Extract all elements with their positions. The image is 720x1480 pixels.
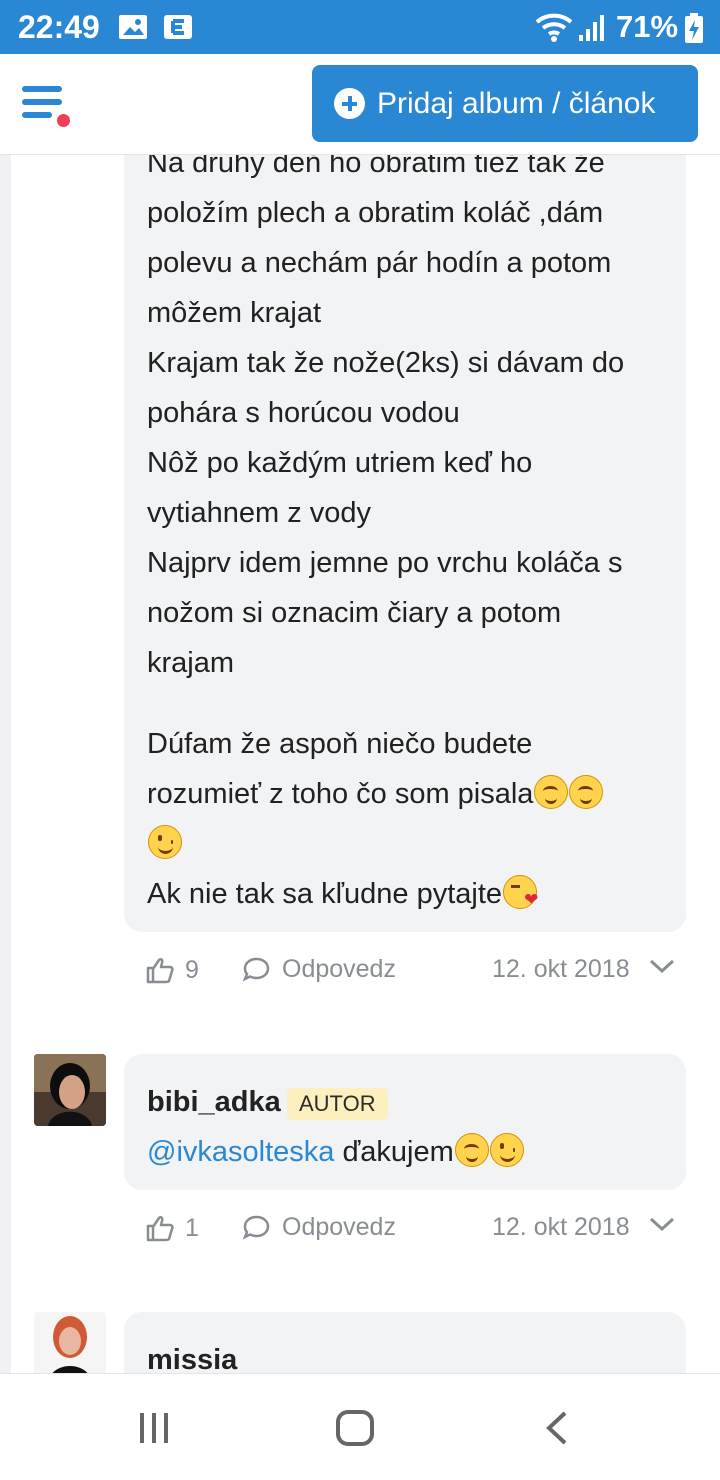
reply-label: Odpovedz — [282, 955, 396, 983]
winking-face-emoji — [489, 1133, 524, 1167]
comment-text-line: Najprv idem jemne po vrchu koláča s — [147, 547, 623, 579]
signal-icon — [579, 15, 604, 41]
avatar[interactable] — [34, 1312, 106, 1373]
comment-text-line: Dúfam že aspoň niečo budete — [147, 728, 533, 760]
like-button[interactable]: 1 — [145, 1213, 199, 1243]
top-bar: Pridaj album / článok — [0, 54, 720, 155]
like-count: 9 — [185, 955, 199, 984]
comment-date: 12. okt 2018 — [492, 955, 630, 983]
like-button[interactable]: 9 — [145, 955, 199, 985]
comment-text-line-with-emoji: rozumieť z toho čo som pisala — [147, 769, 604, 819]
winking-face-emoji — [148, 825, 182, 859]
chevron-down-icon[interactable] — [648, 1214, 676, 1234]
comment-text-line: Nôž po každým utriem keď ho — [147, 447, 533, 479]
comment-text-line: Krajam tak že nože(2ks) si dávam do — [147, 347, 625, 379]
comment-text-line: vytiahnem z vody — [147, 497, 372, 529]
missia-avatar-image — [34, 1312, 106, 1373]
thumbs-up-icon — [146, 1215, 174, 1242]
comment-text-line: nožom si oznacim čiary a potom — [147, 597, 562, 629]
comment-text: Ak nie tak sa kľudne pytajte — [147, 878, 503, 910]
mention-link[interactable]: @ivkasolteska — [147, 1136, 334, 1168]
comment-text: ďakujem — [334, 1136, 454, 1168]
reply-label: Odpovedz — [282, 1213, 396, 1241]
comment-text-line: položím plech a obratim koláč ,dám — [147, 197, 604, 229]
thumbs-up-icon — [146, 957, 174, 984]
menu-button[interactable] — [22, 82, 78, 130]
chevron-down-icon[interactable] — [648, 956, 676, 976]
plus-circle-icon — [334, 88, 365, 119]
comment-bubble: Na druhý deň ho obratim tiež tak že polo… — [124, 155, 686, 932]
recent-apps-icon[interactable] — [138, 1412, 170, 1444]
battery-charging-icon — [685, 13, 703, 43]
comment-text: rozumieť z toho čo som pisala — [147, 778, 534, 810]
comment-text-line: pohára s horúcou vodou — [147, 397, 460, 429]
comment-author[interactable]: missia — [147, 1344, 237, 1373]
bibi-adka-avatar-image — [34, 1054, 106, 1126]
avatar[interactable] — [34, 1054, 106, 1126]
speech-bubble-icon — [242, 957, 270, 982]
comment-actions: 9 Odpovedz 12. okt 2018 — [11, 947, 720, 993]
status-bar: 22:49 71% — [0, 0, 720, 54]
gallery-icon — [119, 15, 147, 39]
status-time: 22:49 — [18, 9, 100, 45]
comment-text-line: môžem krajat — [147, 297, 322, 329]
add-button-label: Pridaj album / článok — [377, 86, 656, 120]
wifi-icon — [535, 13, 573, 42]
comment-actions: 1 Odpovedz 12. okt 2018 — [11, 1205, 720, 1251]
comment-date: 12. okt 2018 — [492, 1213, 630, 1241]
reply-button[interactable]: Odpovedz — [242, 1213, 396, 1242]
comment-author[interactable]: bibi_adka — [147, 1086, 281, 1119]
kiss-emoji — [503, 875, 538, 909]
smiling-face-emoji — [569, 775, 604, 809]
comment-text-line-with-emoji: @ivkasolteska ďakujem — [147, 1127, 524, 1177]
smiling-face-emoji — [454, 1133, 489, 1167]
comment-text-line-with-emoji: Ak nie tak sa kľudne pytajte — [147, 869, 538, 919]
comment-emoji-line — [147, 819, 182, 869]
smiling-face-emoji — [534, 775, 569, 809]
author-badge: AUTOR — [287, 1088, 388, 1120]
speech-bubble-icon — [242, 1215, 270, 1240]
comment-text-line: krajam — [147, 647, 235, 679]
comment-text-line: Na druhý deň ho obratim tiež tak že — [147, 155, 605, 179]
comment-text-line: polevu a nechám pár hodín a potom — [147, 247, 612, 279]
comments-list[interactable]: Na druhý deň ho obratim tiež tak že polo… — [11, 155, 720, 1373]
like-count: 1 — [185, 1213, 199, 1242]
reply-button[interactable]: Odpovedz — [242, 955, 396, 984]
notification-dot — [55, 112, 72, 129]
back-icon[interactable] — [542, 1410, 570, 1446]
comment-bubble: missia — [124, 1312, 686, 1373]
battery-percentage: 71% — [616, 9, 679, 44]
home-icon[interactable] — [336, 1410, 374, 1446]
navigation-bar — [0, 1373, 720, 1480]
e-icon — [164, 15, 192, 39]
comment-bubble: bibi_adka AUTOR @ivkasolteska ďakujem — [124, 1054, 686, 1190]
add-album-article-button[interactable]: Pridaj album / článok — [312, 65, 698, 142]
